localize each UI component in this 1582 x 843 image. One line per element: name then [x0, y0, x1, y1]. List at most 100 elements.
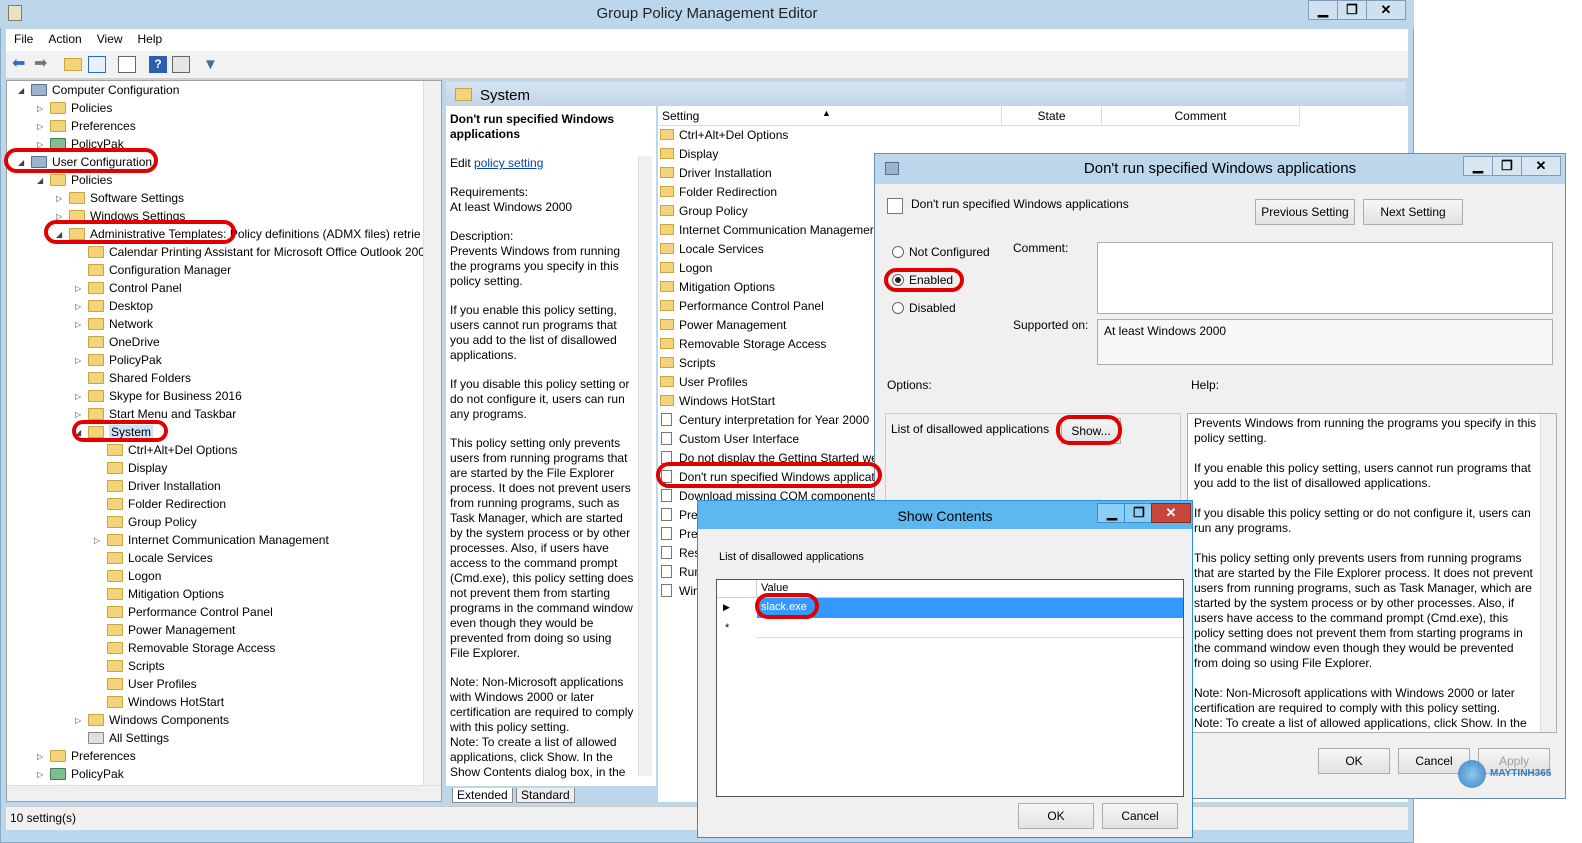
value-row-selected[interactable]: slack.exe: [757, 598, 1183, 618]
value-row-new[interactable]: [757, 618, 1183, 638]
sc-minimize-button[interactable]: ▁: [1097, 503, 1127, 523]
comment-label: Comment:: [1013, 241, 1069, 255]
tree-system-child[interactable]: Power Management: [107, 622, 235, 639]
policy-setting-link[interactable]: policy setting: [474, 156, 543, 170]
minimize-button[interactable]: ▁: [1308, 0, 1338, 20]
column-setting[interactable]: Setting ▲: [658, 106, 1002, 126]
tab-standard[interactable]: Standard: [516, 788, 575, 803]
tree-system-child[interactable]: User Profiles: [107, 676, 197, 693]
list-item[interactable]: Century interpretation for Year 2000: [658, 411, 869, 430]
list-item[interactable]: Mitigation Options: [658, 278, 775, 297]
tree-system-child[interactable]: Logon: [107, 568, 161, 585]
previous-setting-button[interactable]: Previous Setting: [1255, 199, 1355, 225]
tree-computer-configuration[interactable]: ◢ Computer Configuration: [18, 82, 179, 99]
sc-close-button[interactable]: ✕: [1151, 503, 1191, 523]
tree-user-preferences[interactable]: ▷ Preferences: [37, 748, 136, 765]
sc-maximize-button[interactable]: ❐: [1124, 503, 1154, 523]
tree-policypak-user[interactable]: ▷ PolicyPak: [75, 352, 162, 369]
tree-system-child[interactable]: Display: [107, 460, 167, 477]
dialog-close-button[interactable]: ✕: [1521, 156, 1561, 176]
list-item[interactable]: Win: [658, 582, 700, 601]
list-item[interactable]: User Profiles: [658, 373, 748, 392]
tree-skype[interactable]: ▷ Skype for Business 2016: [75, 388, 242, 405]
folder-icon: [107, 624, 123, 636]
tree-desktop[interactable]: ▷ Desktop: [75, 298, 153, 315]
list-item[interactable]: Power Management: [658, 316, 786, 335]
tree-windows-components[interactable]: ▷ Windows Components: [75, 712, 229, 729]
tree-system-child[interactable]: Folder Redirection: [107, 496, 226, 513]
tree-user-policypak[interactable]: ▷ PolicyPak: [37, 766, 124, 783]
list-item[interactable]: Ctrl+Alt+Del Options: [658, 126, 788, 145]
computer-icon: [31, 84, 47, 96]
tree-system-child[interactable]: Windows HotStart: [107, 694, 224, 711]
properties-icon[interactable]: [172, 56, 190, 73]
value-column-header[interactable]: Value: [757, 580, 1183, 598]
help-scrollbar[interactable]: [1540, 414, 1556, 732]
maximize-button[interactable]: ❐: [1337, 0, 1367, 20]
tree-shared-folders[interactable]: Shared Folders: [88, 370, 191, 387]
comment-field[interactable]: [1097, 242, 1553, 314]
tree-system-child[interactable]: Scripts: [107, 658, 165, 675]
list-item[interactable]: Removable Storage Access: [658, 335, 826, 354]
tree-horizontal-scrollbar[interactable]: [7, 785, 441, 801]
tree-onedrive[interactable]: OneDrive: [88, 334, 160, 351]
list-item[interactable]: Custom User Interface: [658, 430, 799, 449]
list-item[interactable]: Folder Redirection: [658, 183, 777, 202]
tree-preferences[interactable]: ▷ Preferences: [37, 118, 136, 135]
sc-cancel-button[interactable]: Cancel: [1102, 803, 1178, 829]
tree-control-panel[interactable]: ▷ Control Panel: [75, 280, 182, 297]
list-item[interactable]: Internet Communication Managemer: [658, 221, 874, 240]
tree-network[interactable]: ▷ Network: [75, 316, 153, 333]
forward-icon[interactable]: ➡: [34, 56, 52, 73]
tree-system-child[interactable]: Ctrl+Alt+Del Options: [107, 442, 237, 459]
dialog-maximize-button[interactable]: ❐: [1492, 156, 1522, 176]
list-item[interactable]: Locale Services: [658, 240, 764, 259]
tree-configuration-manager[interactable]: Configuration Manager: [88, 262, 231, 279]
highlight-dont-run-setting: [656, 462, 882, 488]
tree-system-child[interactable]: Performance Control Panel: [107, 604, 273, 621]
up-folder-icon[interactable]: [64, 58, 82, 71]
list-item[interactable]: Display: [658, 145, 718, 164]
list-item[interactable]: Windows HotStart: [658, 392, 775, 411]
tree-system-child[interactable]: Locale Services: [107, 550, 213, 567]
tree-software-settings[interactable]: ▷ Software Settings: [56, 190, 184, 207]
list-item[interactable]: Run: [658, 563, 701, 582]
list-item[interactable]: Performance Control Panel: [658, 297, 824, 316]
column-state[interactable]: State: [1002, 106, 1102, 126]
next-setting-button[interactable]: Next Setting: [1363, 199, 1463, 225]
tree-calendar-printing[interactable]: Calendar Printing Assistant for Microsof…: [88, 244, 425, 261]
list-item[interactable]: Scripts: [658, 354, 716, 373]
tree-policies[interactable]: ▷ Policies: [37, 100, 112, 117]
back-icon[interactable]: ⬅: [12, 56, 30, 73]
tree-vertical-scrollbar[interactable]: [423, 81, 441, 785]
settings-icon: [88, 732, 104, 744]
dialog-minimize-button[interactable]: ▁: [1463, 156, 1493, 176]
ok-button[interactable]: OK: [1318, 748, 1390, 774]
show-hide-tree-icon[interactable]: [88, 56, 106, 73]
list-item[interactable]: Driver Installation: [658, 164, 772, 183]
tree-system-child[interactable]: Mitigation Options: [107, 586, 224, 603]
sc-ok-button[interactable]: OK: [1018, 803, 1094, 829]
tree-all-settings[interactable]: All Settings: [88, 730, 169, 747]
filter-icon[interactable]: ▼: [203, 56, 221, 73]
menu-action[interactable]: Action: [40, 29, 88, 46]
tree-system-child[interactable]: Driver Installation: [107, 478, 221, 495]
menu-help[interactable]: Help: [130, 29, 170, 46]
help-icon[interactable]: ?: [149, 56, 167, 73]
tree-user-policies[interactable]: ◢ Policies: [37, 172, 112, 189]
export-list-icon[interactable]: [118, 56, 136, 73]
column-comment[interactable]: Comment: [1102, 106, 1300, 126]
not-configured-radio[interactable]: [892, 246, 904, 258]
list-item[interactable]: Logon: [658, 259, 712, 278]
list-item[interactable]: Group Policy: [658, 202, 748, 221]
menu-view[interactable]: View: [89, 29, 130, 46]
tree-system-child[interactable]: Group Policy: [107, 514, 197, 531]
description-scrollbar[interactable]: [638, 156, 652, 776]
tab-extended[interactable]: Extended: [452, 788, 513, 803]
tree-system-child[interactable]: ▷ Internet Communication Management: [94, 532, 329, 549]
disabled-radio[interactable]: [892, 302, 904, 314]
tree-system-child[interactable]: Removable Storage Access: [107, 640, 275, 657]
folder-icon: [107, 660, 123, 672]
close-button[interactable]: ✕: [1366, 0, 1406, 20]
menu-file[interactable]: File: [6, 29, 40, 46]
